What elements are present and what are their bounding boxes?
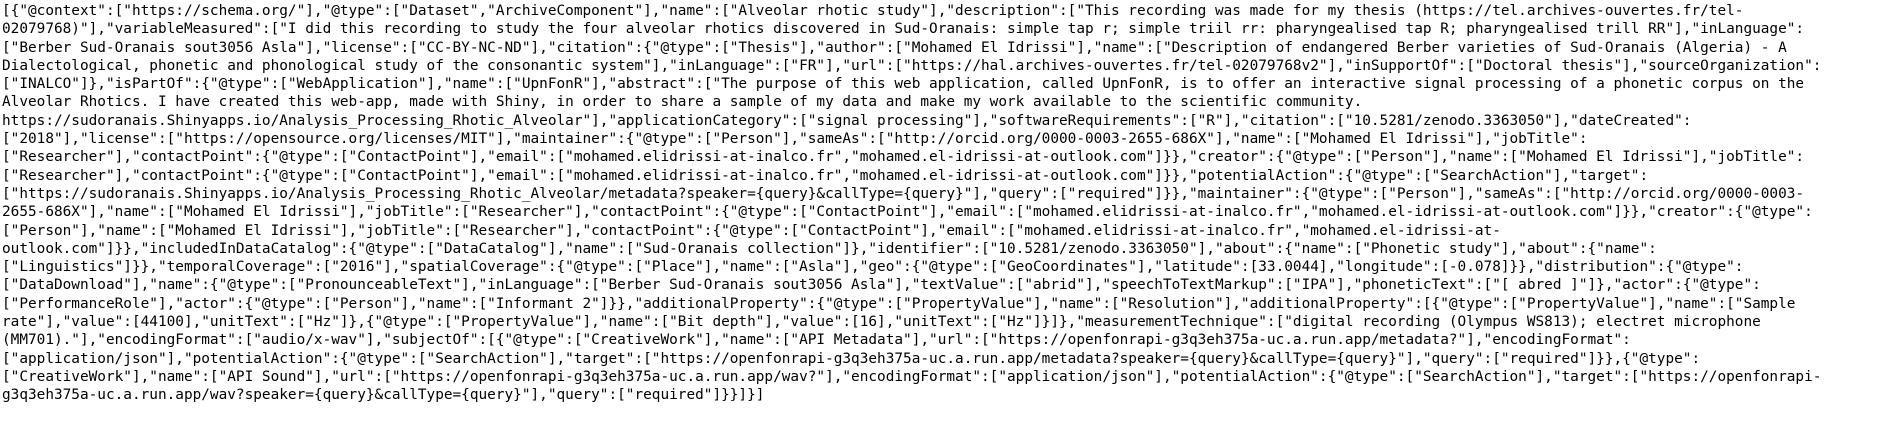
json-line: [{"@context":["https://schema.org/"],"@t… [2,3,1744,19]
json-line: ["Berber Sud-Oranais sout3056 Asla"],"li… [2,39,1787,56]
json-line: (MM701)."],"encodingFormat":["audio/x-wa… [2,332,1631,349]
json-line: ["Researcher"],"contactPoint":{"@type":[… [2,149,1805,166]
raw-json-response: [{"@context":["https://schema.org/"],"@t… [0,0,1885,405]
json-line: ["CreativeWork"],"name":["API Sound"],"u… [2,368,1822,385]
json-line: outlook.com"]}},"includedInDataCatalog":… [2,240,1657,257]
json-line: ["Person"],"name":["Mohamed El Idrissi"]… [2,222,1501,239]
json-line: ["Linguistics"]}},"temporalCoverage":["2… [2,259,1744,276]
json-line: Alveolar Rhotics. I have created this we… [2,94,1363,111]
json-line: ["DataDownload"],"name":{"@type":["Prono… [2,277,1761,294]
json-line: ["application/json"],"potentialAction":{… [2,350,1701,367]
json-line: ["Researcher"],"contactPoint":{"@type":[… [2,167,1649,184]
json-line: g3q3eh375a-uc.a.run.app/wav?speaker={que… [2,387,765,404]
json-line: ["https://sudoranais.Shinyapps.io/Analys… [2,185,1805,202]
json-line: 02079768)"],"variableMeasured":["I did t… [2,21,1805,38]
json-line: https://sudoranais.Shinyapps.io/Analysis… [2,112,1692,129]
json-line: 2655-686X"],"name":["Mohamed El Idrissi"… [2,204,1813,221]
json-line: ["2018"],"license":["https://opensource.… [2,131,1588,148]
json-line: ["INALCO"]},"isPartOf":{"@type":["WebApp… [2,76,1805,93]
json-line: ["PerformanceRole"],"actor":{"@type":["P… [2,295,1796,312]
json-line: Dialectological, phonetic and phonologic… [2,57,1822,74]
json-line: rate"],"value":[44100],"unitText":["Hz"]… [2,314,1761,331]
